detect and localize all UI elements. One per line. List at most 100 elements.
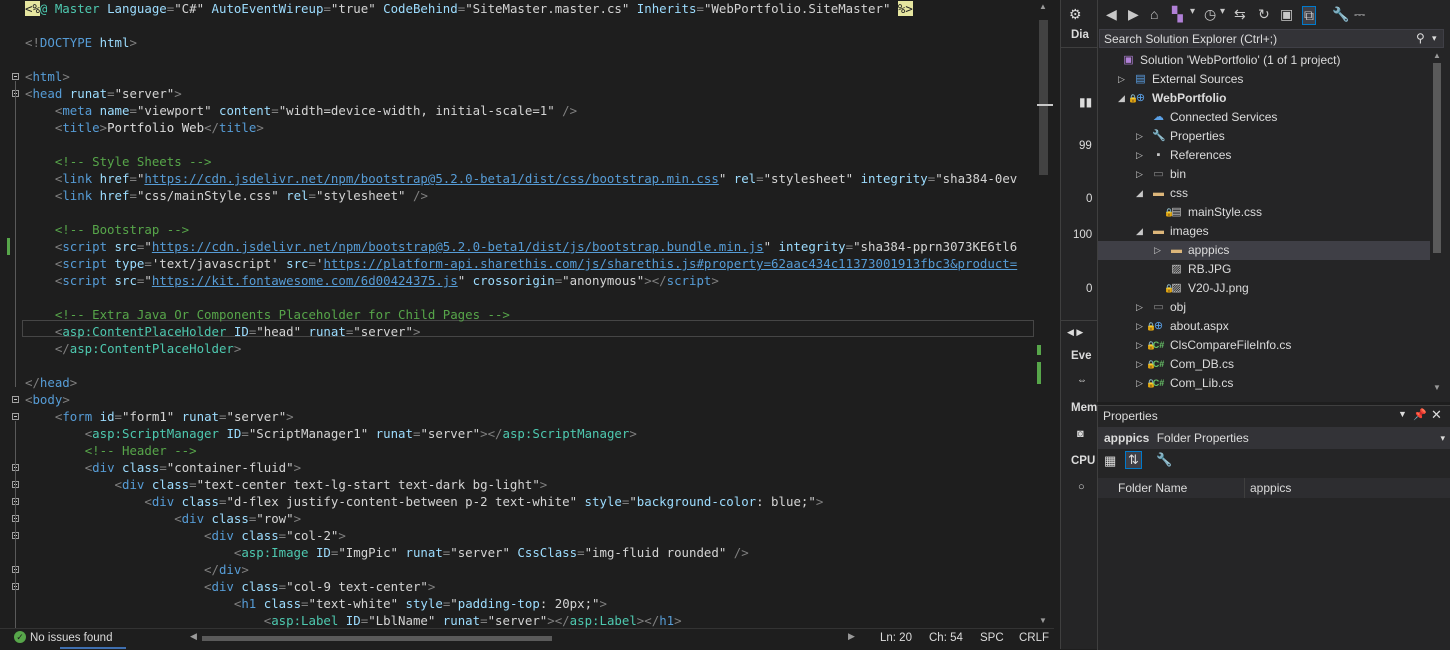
property-value[interactable]: apppics [1250,478,1291,498]
cpu-tab[interactable]: CPU [1071,455,1095,467]
collapsed-triangle-icon[interactable]: ▷ [1118,70,1125,89]
code-line[interactable]: </asp:ContentPlaceHolder> [25,340,242,357]
property-pages-icon[interactable]: 🔧 [1156,452,1172,468]
collapsed-triangle-icon[interactable]: ▷ [1136,355,1143,374]
expanded-triangle-icon[interactable]: ◢ [1136,184,1143,203]
show-all-files-icon[interactable]: ⧉ [1302,6,1316,25]
code-area[interactable]: <%@ Master Language = "C#" AutoEventWireup… [25,0,1035,628]
scroll-down-icon[interactable]: ▼ [1039,616,1047,625]
gear-icon[interactable]: ⚙ [1069,6,1082,23]
code-line[interactable]: <script type='text/javascript' src='http… [25,255,1017,272]
pause-icon[interactable]: ▮▮ [1079,95,1092,109]
editor-scroll-thumb[interactable] [1039,20,1048,175]
tree-item[interactable]: ▷ 🔒 C# Com_Lib.cs [1098,374,1430,393]
code-line[interactable]: <div class="text-center text-lg-start te… [25,476,548,493]
refresh-icon[interactable]: ↻ [1258,6,1270,23]
close-icon[interactable]: ✕ [1431,407,1442,423]
record-icon[interactable]: ○ [1078,481,1085,493]
code-line[interactable]: <body> [25,391,70,408]
code-line[interactable]: <div class="col-2"> [25,527,346,544]
editor-horizontal-scrollbar[interactable]: ◀ ▶ [188,631,858,644]
property-row[interactable]: Folder Name apppics [1098,478,1450,498]
code-line[interactable]: <meta name="viewport" content="width=dev… [25,102,577,119]
scroll-up-icon[interactable]: ▲ [1433,51,1441,60]
expanded-triangle-icon[interactable]: ◢ [1118,89,1125,108]
collapsed-triangle-icon[interactable]: ▷ [1136,374,1143,393]
events-tab[interactable]: Eve [1071,350,1091,362]
tree-item[interactable]: 🔒 ▨ V20-JJ.png [1098,279,1430,298]
expanded-triangle-icon[interactable]: ◢ [1136,222,1143,241]
tree-item[interactable]: ▣ Solution 'WebPortfolio' (1 of 1 project… [1098,51,1430,70]
code-line[interactable]: <asp:Image ID="ImgPic" runat="server" Cs… [25,544,749,561]
properties-object-selector[interactable]: apppics Folder Properties ▾ [1098,427,1450,449]
scroll-left-icon[interactable]: ◀ [190,631,197,642]
chevron-down-icon[interactable]: ▾ [1220,6,1225,17]
fold-toggle[interactable] [12,413,19,420]
back-icon[interactable]: ◀ [1106,6,1117,23]
tree-item[interactable]: ◢ 🔒 ⊕ WebPortfolio [1098,89,1430,108]
collapsed-triangle-icon[interactable]: ▷ [1136,317,1143,336]
scroll-down-icon[interactable]: ▼ [1433,383,1441,392]
code-line[interactable]: <%@ Master Language = "C#" AutoEventWireup… [25,0,913,17]
chevron-down-icon[interactable]: ▼ [1398,409,1407,419]
code-line[interactable]: <h1 class="text-white" style="padding-to… [25,595,607,612]
switch-views-icon[interactable]: ▚ [1172,6,1183,23]
fold-toggle[interactable] [12,396,19,403]
code-line[interactable]: <asp:ScriptManager ID="ScriptManager1" r… [25,425,637,442]
code-line[interactable]: <!-- Extra Java Or Components Placeholde… [25,306,510,323]
diagnostics-tab[interactable]: Dia [1071,29,1089,41]
alphabetical-icon[interactable]: ⇅ [1125,451,1142,469]
wrench-icon[interactable]: 🔧 [1332,6,1349,23]
code-line[interactable]: <asp:Label ID="LblName" runat="server"><… [25,612,682,628]
code-line[interactable]: <form id="form1" runat="server"> [25,408,294,425]
tree-item[interactable]: ▷ 🔒 C# ClsCompareFileInfo.cs [1098,336,1430,355]
spacing-mode[interactable]: SPC [980,632,1004,644]
code-line[interactable]: <html> [25,68,70,85]
code-line[interactable]: <!DOCTYPE html> [25,34,137,51]
preview-icon[interactable]: ⎓ [1354,6,1365,23]
collapsed-triangle-icon[interactable]: ▷ [1136,127,1143,146]
code-line[interactable]: <title>Portfolio Web</title> [25,119,264,136]
tree-item[interactable]: ▷ ▤ External Sources [1098,70,1430,89]
scroll-up-icon[interactable]: ▲ [1039,2,1047,11]
collapse-all-icon[interactable]: ▣ [1280,6,1293,23]
tree-item[interactable]: ◢ ▬ css [1098,184,1430,203]
tree-item[interactable]: ▷ ▪ References [1098,146,1430,165]
code-line[interactable]: <!-- Style Sheets --> [25,153,212,170]
chevron-down-icon[interactable]: ▾ [1190,6,1195,17]
tree-item[interactable]: ▷ 🔧 Properties [1098,127,1430,146]
code-line[interactable]: <div class="col-9 text-center"> [25,578,435,595]
code-line[interactable]: <div class="row"> [25,510,301,527]
tree-item[interactable]: 🔒 ▤ mainStyle.css [1098,203,1430,222]
tree-item[interactable]: ▨ RB.JPG [1098,260,1430,279]
column-number[interactable]: Ch: 54 [929,632,963,644]
line-ending[interactable]: CRLF [1019,632,1049,644]
code-line[interactable]: <!-- Bootstrap --> [25,221,189,238]
forward-icon[interactable]: ▶ [1128,6,1139,23]
fold-toggle[interactable] [12,73,19,80]
code-line[interactable]: <head runat="server"> [25,85,182,102]
memory-tab[interactable]: Mem [1071,402,1097,414]
code-line[interactable]: <script src="https://cdn.jsdelivr.net/np… [25,238,1017,255]
camera-icon[interactable]: ◙ [1077,428,1084,440]
tree-item[interactable]: ☁ Connected Services [1098,108,1430,127]
issues-status[interactable]: No issues found [30,632,112,644]
pin-icon[interactable]: 📌 [1413,408,1427,421]
solution-search-input[interactable]: Search Solution Explorer (Ctrl+;) [1099,29,1444,48]
left-right-arrows-icon[interactable]: ◀ ▶ [1067,327,1083,338]
code-line[interactable]: </head> [25,374,77,391]
tree-item[interactable]: ▷ ▭ bin [1098,165,1430,184]
collapsed-triangle-icon[interactable]: ▷ [1136,298,1143,317]
horizontal-scroll-thumb[interactable] [202,636,552,641]
tree-item[interactable]: ▷ ▭ obj [1098,298,1430,317]
search-icon[interactable]: ⚲ [1416,31,1425,45]
code-editor[interactable]: <%@ Master Language = "C#" AutoEventWireup… [0,0,1054,628]
tree-item[interactable]: ▷ 🔒 C# Com_DB.cs [1098,355,1430,374]
solution-scroll-thumb[interactable] [1433,63,1441,253]
code-line[interactable]: <div class="container-fluid"> [25,459,301,476]
solution-explorer-scrollbar[interactable]: ▲ ▼ [1430,51,1444,396]
code-line[interactable]: <link href="https://cdn.jsdelivr.net/npm… [25,170,1017,187]
collapsed-triangle-icon[interactable]: ▷ [1136,165,1143,184]
pending-changes-icon[interactable]: ◷ [1204,6,1216,23]
categorized-icon[interactable]: ▦ [1104,453,1116,469]
